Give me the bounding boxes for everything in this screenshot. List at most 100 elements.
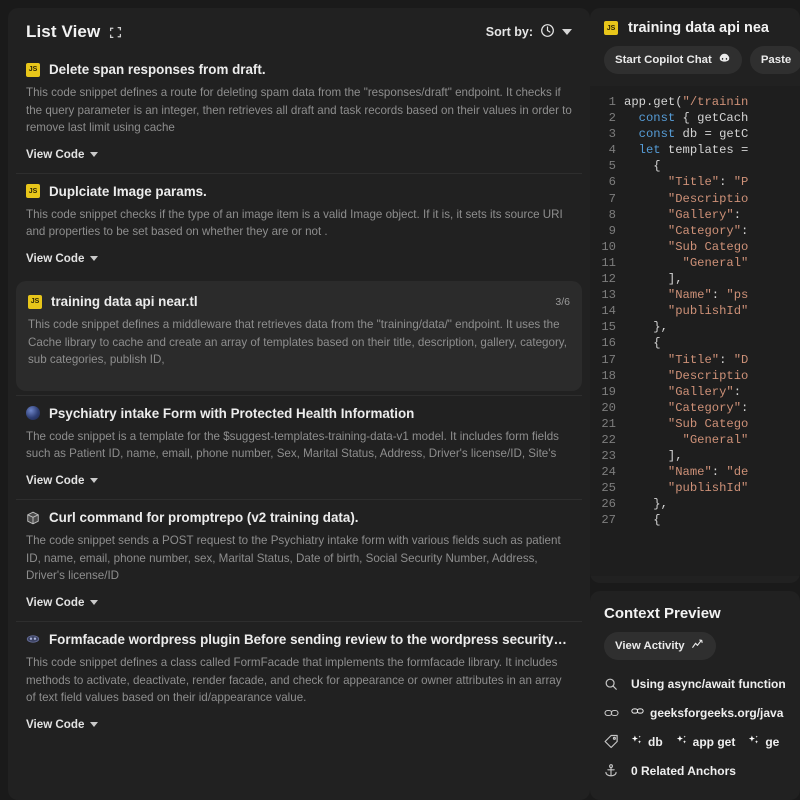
view-code-button[interactable]: View Code bbox=[26, 250, 99, 271]
list-view-title-group: List View bbox=[26, 22, 122, 42]
list-item[interactable]: Psychiatry intake Form with Protected He… bbox=[16, 394, 582, 499]
context-link-text: geeksforgeeks.org/java bbox=[650, 705, 784, 720]
context-anchors-row[interactable]: 0 Related Anchors bbox=[590, 756, 800, 785]
code-line: 22 "General" bbox=[590, 432, 800, 448]
code-line: 10 "Sub Catego bbox=[590, 239, 800, 255]
context-tag[interactable]: app get bbox=[676, 734, 735, 749]
line-number: 5 bbox=[608, 159, 616, 174]
list-item-description: This code snippet defines a class called… bbox=[26, 655, 562, 705]
line-number: 27 bbox=[601, 513, 616, 528]
code-line: 20 "Category": bbox=[590, 400, 800, 416]
js-file-icon: JS bbox=[28, 294, 42, 309]
page-title: List View bbox=[26, 22, 101, 41]
search-icon bbox=[604, 677, 620, 691]
context-anchors-text: 0 Related Anchors bbox=[631, 763, 736, 778]
sort-by-control[interactable]: Sort by: bbox=[486, 23, 572, 41]
line-number: 15 bbox=[601, 320, 616, 335]
view-code-button[interactable]: View Code bbox=[26, 594, 99, 615]
context-tag[interactable]: db bbox=[631, 734, 663, 749]
code-line: 1 app.get("/trainin bbox=[590, 94, 800, 110]
view-code-label: View Code bbox=[26, 147, 85, 161]
line-number: 1 bbox=[608, 95, 616, 109]
context-preview-card: Context Preview View Activity Using asyn… bbox=[590, 591, 800, 800]
code-line-text: ], bbox=[624, 272, 683, 287]
code-line-text: "Name": "ps bbox=[667, 288, 749, 303]
code-content[interactable]: 1 app.get("/trainin 2 const { getCach 3 con… bbox=[590, 86, 800, 576]
code-editor-card: JS training data api nea Start Copilot C… bbox=[590, 8, 800, 583]
line-number: 16 bbox=[601, 336, 616, 351]
js-file-icon: JS bbox=[26, 184, 40, 199]
code-line-text: ], bbox=[624, 449, 683, 464]
code-line-text: "Descriptio bbox=[667, 368, 749, 383]
line-number: 20 bbox=[601, 400, 616, 415]
code-line-text: app.get("/trainin bbox=[624, 95, 749, 109]
editor-title: training data api nea bbox=[628, 20, 769, 36]
view-code-label: View Code bbox=[26, 717, 85, 731]
list-item[interactable]: JS Delete span responses from draft. This … bbox=[16, 52, 582, 173]
line-number: 11 bbox=[601, 255, 616, 270]
code-line-text: }, bbox=[624, 497, 668, 512]
code-line: 27 { bbox=[590, 512, 800, 528]
link-inline-icon bbox=[631, 705, 644, 720]
view-code-label: View Code bbox=[26, 595, 85, 609]
list-item[interactable]: JS training data api near.tl 3/6 This code … bbox=[16, 281, 582, 391]
editor-action-bar: Start Copilot Chat Paste bbox=[590, 42, 800, 82]
line-number: 2 bbox=[608, 111, 616, 126]
context-tag[interactable]: ge bbox=[748, 734, 779, 749]
list-item[interactable]: Curl command for promptrepo (v2 training… bbox=[16, 499, 582, 621]
code-line: 8 "Gallery": bbox=[590, 207, 800, 223]
code-line: 17 "Title": "D bbox=[590, 352, 800, 368]
code-line-text: { bbox=[624, 513, 661, 528]
tag-icon bbox=[604, 734, 620, 749]
context-search-row[interactable]: Using async/await function bbox=[590, 670, 800, 698]
code-line-text: "Gallery": bbox=[667, 384, 742, 399]
list-item-description: This code snippet defines a middleware t… bbox=[28, 318, 567, 367]
context-link[interactable]: geeksforgeeks.org/java bbox=[631, 705, 783, 720]
code-line-text: const db = getC bbox=[638, 127, 749, 142]
code-line: 12 ], bbox=[590, 271, 800, 287]
list-item[interactable]: Formfacade wordpress plugin Before sendi… bbox=[16, 620, 582, 743]
view-code-button[interactable]: View Code bbox=[26, 146, 99, 167]
code-line: 4 let templates = bbox=[590, 142, 800, 158]
anchor-icon bbox=[604, 763, 620, 778]
code-line-text: "publishId" bbox=[667, 304, 749, 319]
view-code-button[interactable]: View Code bbox=[26, 472, 99, 493]
list-item[interactable]: JS Duplciate Image params. This code snipp… bbox=[16, 172, 582, 277]
expand-icon[interactable] bbox=[109, 26, 122, 39]
list-item-title: Curl command for promptrepo (v2 training… bbox=[49, 510, 359, 526]
box-icon bbox=[26, 511, 40, 525]
paste-button[interactable]: Paste bbox=[749, 46, 800, 74]
list-item-description: The code snippet sends a POST request to… bbox=[26, 534, 561, 583]
view-activity-button[interactable]: View Activity bbox=[604, 632, 716, 660]
js-file-icon: JS bbox=[604, 21, 618, 35]
line-number: 3 bbox=[608, 127, 616, 142]
sparkle-icon bbox=[631, 734, 643, 749]
view-code-button[interactable]: View Code bbox=[26, 716, 99, 737]
code-line-text: let templates = bbox=[638, 143, 749, 158]
line-number: 12 bbox=[601, 272, 616, 287]
chevron-down-icon bbox=[562, 29, 572, 35]
code-line-text: "Category": bbox=[667, 223, 749, 238]
code-line: 6 "Title": "P bbox=[590, 174, 800, 190]
js-file-icon: JS bbox=[26, 62, 40, 77]
code-line-text: const { getCach bbox=[638, 111, 749, 126]
context-tags-row: db app get ge bbox=[590, 727, 800, 756]
list-item-header: JS Delete span responses from draft. bbox=[26, 62, 572, 77]
start-copilot-chat-button[interactable]: Start Copilot Chat bbox=[604, 46, 742, 74]
code-line: 15 }, bbox=[590, 319, 800, 335]
line-number: 26 bbox=[601, 497, 616, 512]
sparkle-icon bbox=[748, 734, 760, 749]
list-item-title: Duplciate Image params. bbox=[49, 183, 207, 199]
code-line: 25 "publishId" bbox=[590, 480, 800, 496]
code-line-text: "Name": "de bbox=[667, 465, 749, 480]
line-number: 17 bbox=[601, 352, 616, 367]
chevron-down-icon bbox=[90, 256, 99, 262]
line-number: 7 bbox=[608, 191, 616, 206]
chevron-down-icon bbox=[90, 599, 99, 605]
code-line: 2 const { getCach bbox=[590, 110, 800, 126]
context-link-row[interactable]: geeksforgeeks.org/java bbox=[590, 698, 800, 727]
code-line-text: "Title": "D bbox=[667, 352, 749, 367]
chevron-down-icon bbox=[90, 151, 99, 157]
code-line: 7 "Descriptio bbox=[590, 191, 800, 207]
line-number: 10 bbox=[601, 239, 616, 254]
